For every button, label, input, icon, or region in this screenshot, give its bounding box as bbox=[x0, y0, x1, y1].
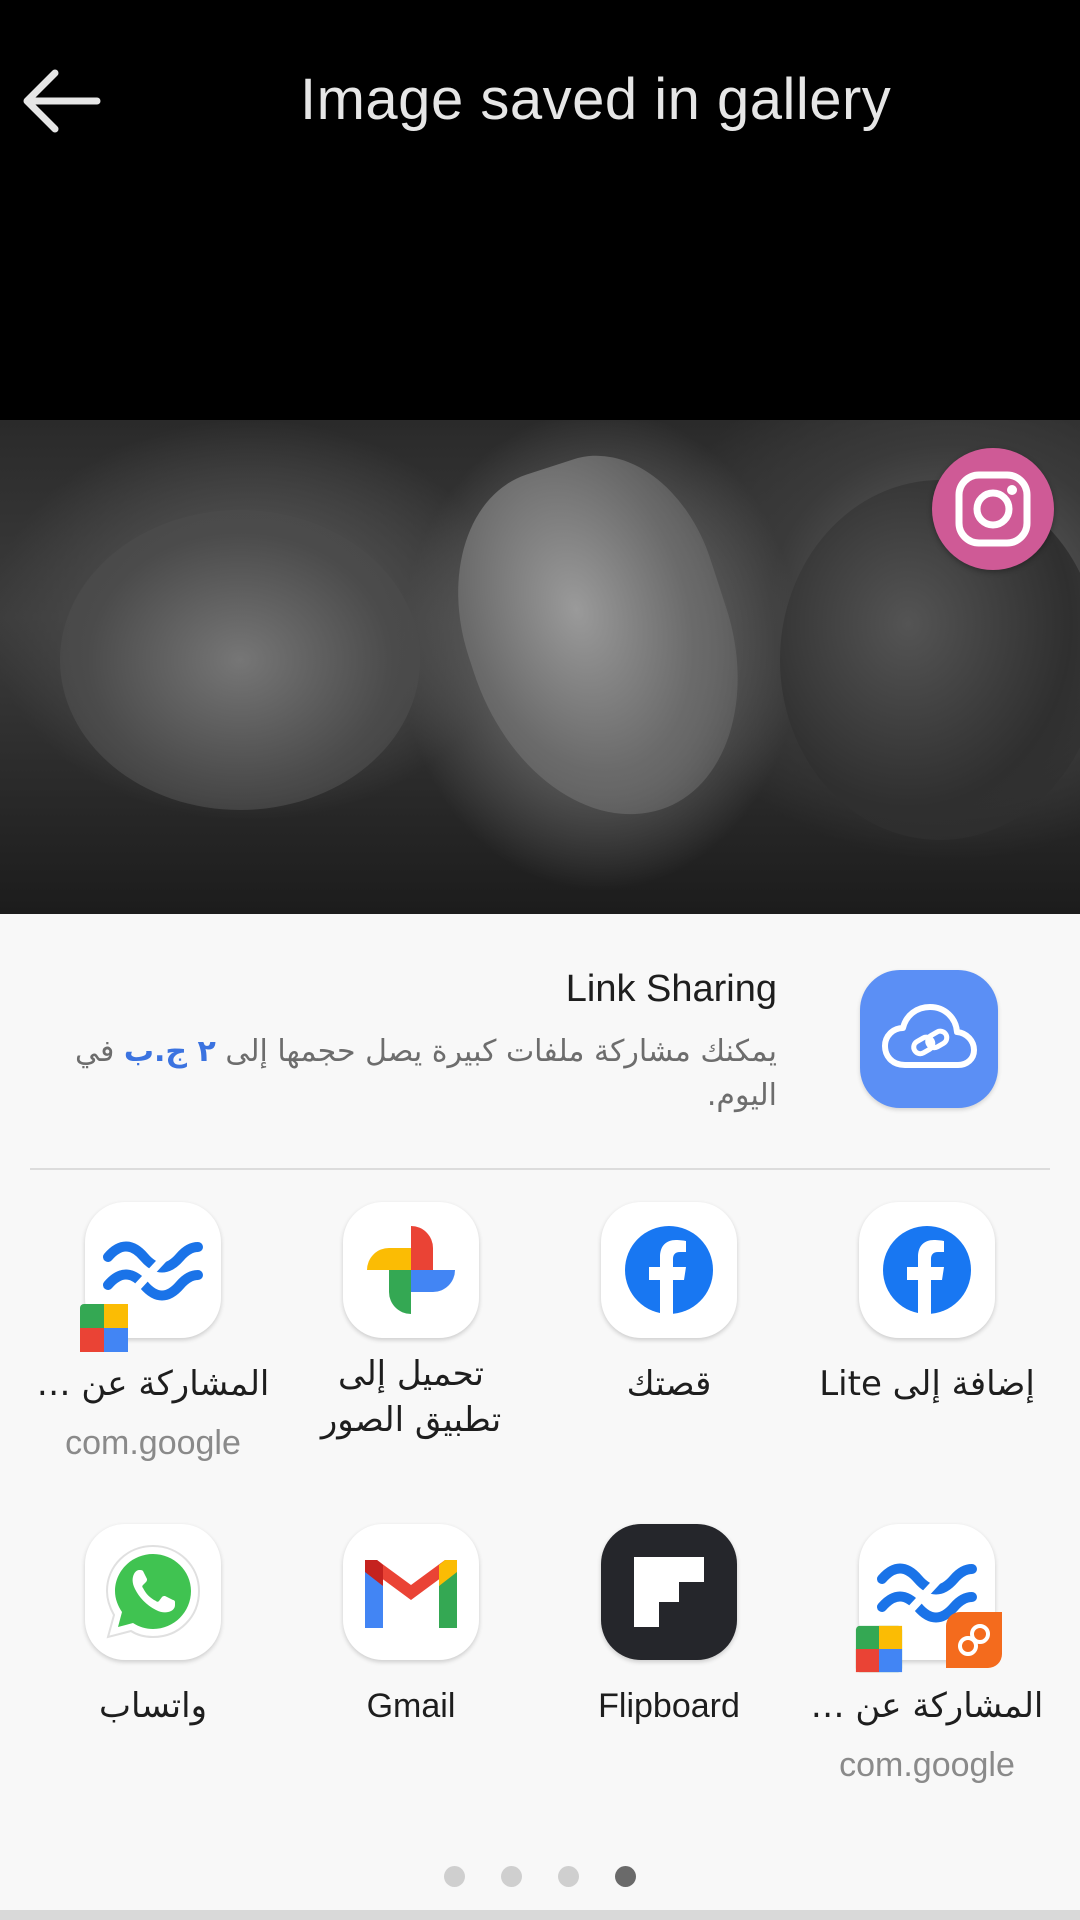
app-nearby-share-2[interactable]: المشاركة عن … com.google bbox=[798, 1524, 1056, 1824]
app-upload-to-photos[interactable]: تحميل إلى تطبيق الصور bbox=[282, 1202, 540, 1502]
facebook-lite-icon bbox=[859, 1202, 995, 1338]
link-sharing-title: Link Sharing bbox=[565, 968, 777, 1010]
link-sharing-icon bbox=[860, 970, 998, 1108]
google-photos-icon bbox=[343, 1202, 479, 1338]
page-dot[interactable] bbox=[444, 1866, 465, 1887]
puzzle-badge-icon bbox=[80, 1304, 128, 1352]
divider bbox=[30, 1168, 1050, 1170]
app-facebook-lite[interactable]: إضافة إلى Lite bbox=[798, 1202, 1056, 1502]
share-sheet: Link Sharing يمكنك مشاركة ملفات كبيرة يص… bbox=[0, 914, 1080, 1914]
page-dot[interactable] bbox=[558, 1866, 579, 1887]
instagram-share-button[interactable] bbox=[932, 448, 1054, 570]
app-nearby-share[interactable]: المشاركة عن … com.google bbox=[24, 1202, 282, 1502]
size-limit-highlight: ٢ ج.ب bbox=[123, 1034, 216, 1069]
link-badge-icon bbox=[946, 1612, 1002, 1668]
link-sharing-description: يمكنك مشاركة ملفات كبيرة يصل حجمها إلى ٢… bbox=[75, 1034, 777, 1113]
cloud-link-icon bbox=[882, 1004, 977, 1068]
top-bar: Image saved in gallery bbox=[0, 0, 1080, 420]
app-flipboard[interactable]: Flipboard bbox=[540, 1524, 798, 1824]
app-gmail[interactable]: Gmail bbox=[282, 1524, 540, 1824]
arrow-left-icon bbox=[23, 69, 101, 133]
app-your-story[interactable]: قصتك bbox=[540, 1202, 798, 1502]
back-button[interactable] bbox=[16, 56, 106, 146]
puzzle-badge-icon bbox=[855, 1625, 903, 1673]
saved-image-preview bbox=[0, 420, 1080, 914]
facebook-icon bbox=[601, 1202, 737, 1338]
bottom-edge bbox=[0, 1910, 1080, 1920]
app-whatsapp[interactable]: واتساب bbox=[24, 1524, 282, 1824]
instagram-icon bbox=[955, 471, 1031, 547]
link-sharing-option[interactable]: Link Sharing يمكنك مشاركة ملفات كبيرة يص… bbox=[0, 914, 1080, 1169]
page-indicator bbox=[0, 1866, 1080, 1888]
page-title: Image saved in gallery bbox=[300, 67, 892, 132]
gmail-icon bbox=[343, 1524, 479, 1660]
page-dot-active[interactable] bbox=[615, 1866, 636, 1887]
flipboard-icon bbox=[601, 1524, 737, 1660]
page-dot[interactable] bbox=[501, 1866, 522, 1887]
whatsapp-icon bbox=[85, 1524, 221, 1660]
